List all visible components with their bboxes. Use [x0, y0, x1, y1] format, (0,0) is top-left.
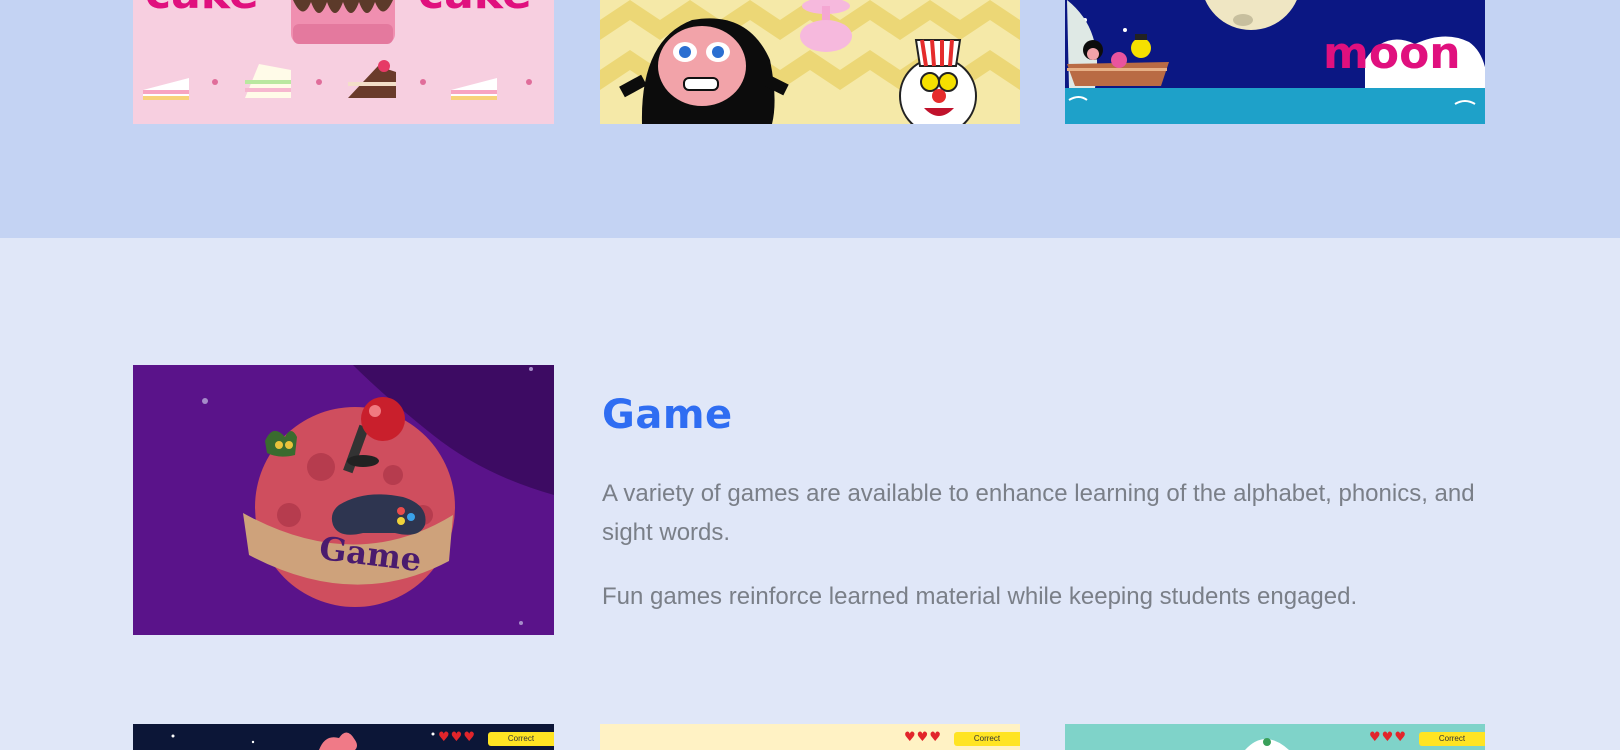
- game-hud: ♥♥♥ Correct: [133, 730, 554, 748]
- hood-character-video-thumbnail[interactable]: [600, 0, 1020, 124]
- yellow-game-thumbnail[interactable]: ♥♥♥ Correct: [600, 724, 1020, 750]
- pink-stand: [800, 0, 852, 52]
- correct-badge: Correct: [1419, 732, 1485, 746]
- space-game-thumbnail[interactable]: ♥♥♥ Correct: [133, 724, 554, 750]
- game-hud: ♥♥♥ Correct: [1065, 730, 1485, 748]
- lives-hearts-icon: ♥♥♥: [904, 730, 942, 745]
- cake-illustration: [291, 0, 395, 44]
- section-title: Game: [602, 392, 733, 438]
- cake-word-left: cake: [145, 0, 259, 19]
- game-hud: ♥♥♥ Correct: [600, 730, 1020, 748]
- teal-game-thumbnail[interactable]: ♥♥♥ Correct: [1065, 724, 1485, 750]
- section-description-primary: A variety of games are available to enha…: [602, 480, 1475, 546]
- cake-video-thumbnail[interactable]: cake cake: [133, 0, 554, 124]
- section-description-secondary: Fun games reinforce learned material whi…: [602, 583, 1358, 610]
- lives-hearts-icon: ♥♥♥: [438, 730, 476, 745]
- moon-video-thumbnail[interactable]: moon: [1065, 0, 1485, 124]
- moon-word: moon: [1323, 28, 1461, 79]
- correct-badge: Correct: [954, 732, 1020, 746]
- game-feature-image: Game: [133, 365, 554, 635]
- lives-hearts-icon: ♥♥♥: [1369, 730, 1407, 745]
- correct-badge: Correct: [488, 732, 554, 746]
- cake-word-right: cake: [418, 0, 532, 19]
